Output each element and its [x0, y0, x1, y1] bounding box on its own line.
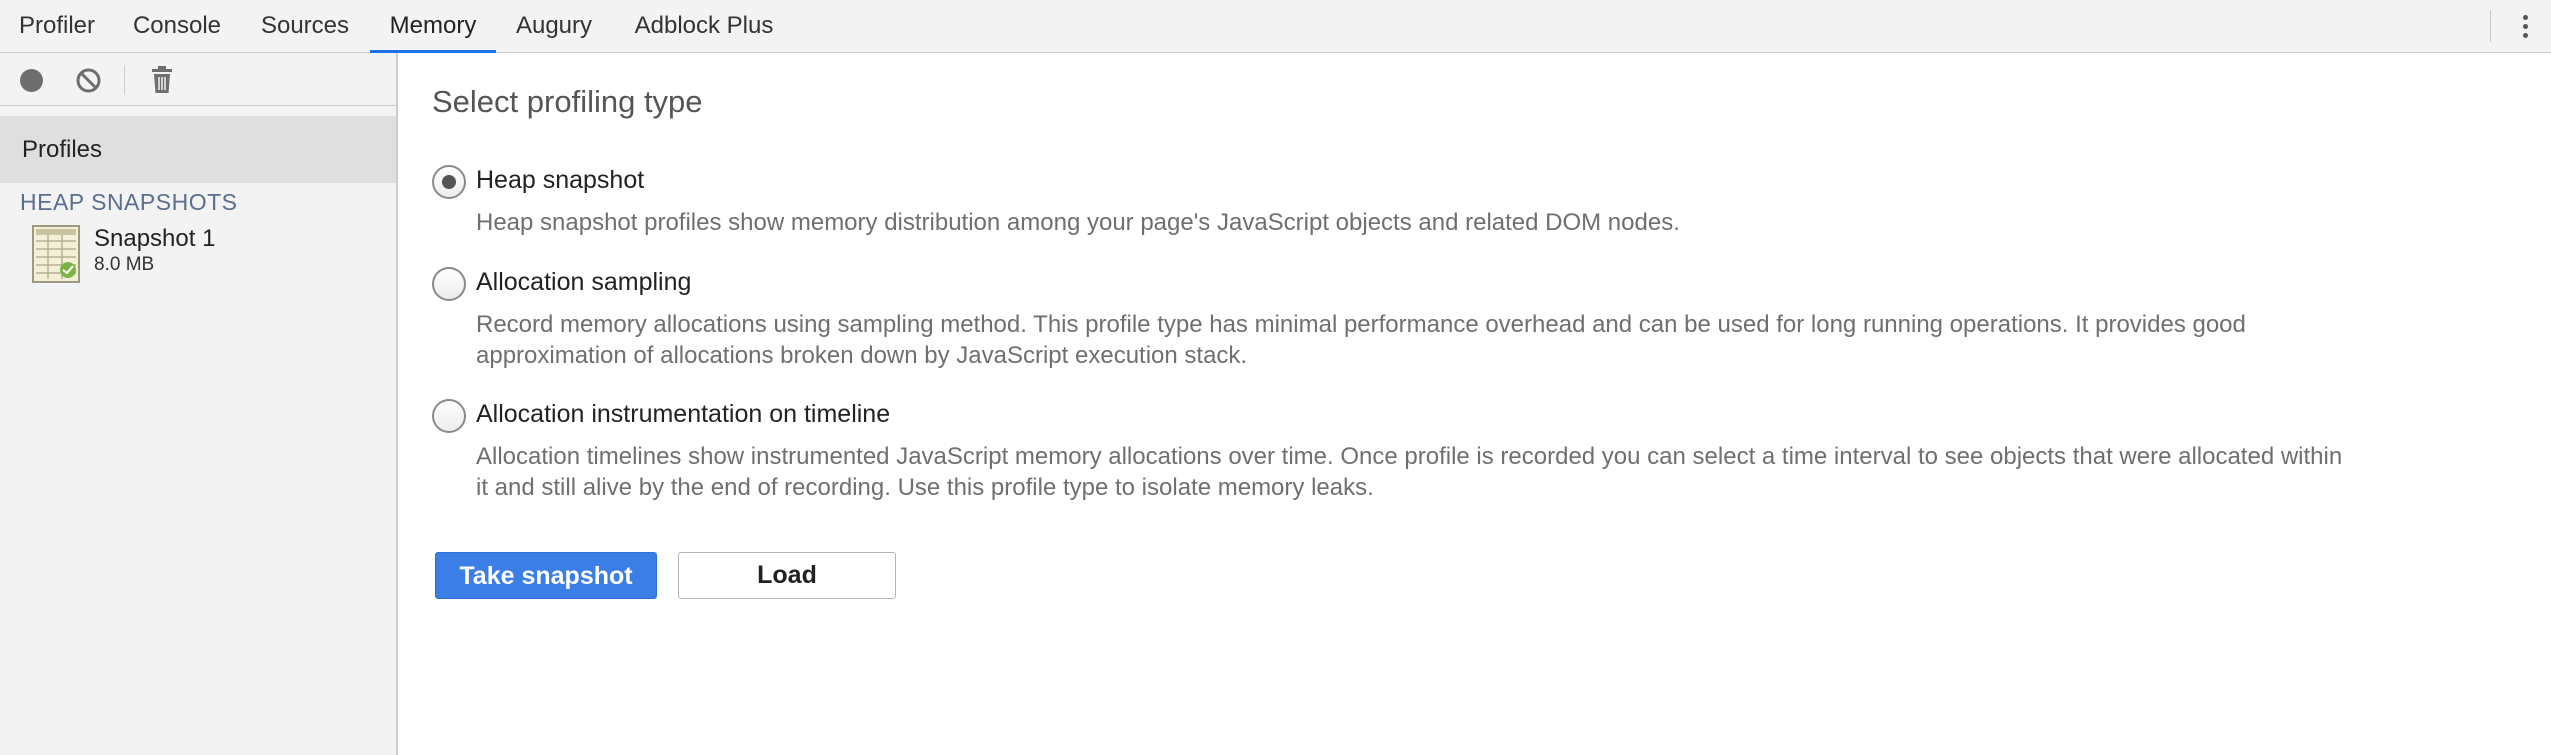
profiler-toolbar: [0, 53, 396, 106]
heap-snapshot-icon: [32, 225, 80, 283]
page-title: Select profiling type: [432, 84, 703, 119]
option-label[interactable]: Allocation sampling: [476, 268, 691, 297]
option-description: Record memory allocations using sampling…: [476, 309, 2551, 371]
profiling-type-panel: Select profiling type Heap snapshot Heap…: [398, 53, 2551, 755]
tab-profiler[interactable]: Profiler: [6, 0, 108, 53]
description-line: approximation of allocations broken down…: [476, 342, 1248, 369]
load-button[interactable]: Load: [678, 552, 896, 599]
tab-console[interactable]: Console: [120, 0, 234, 53]
option-label[interactable]: Heap snapshot: [476, 166, 644, 195]
tabbar-divider: [2490, 10, 2491, 42]
trash-icon[interactable]: [150, 66, 174, 94]
take-snapshot-button[interactable]: Take snapshot: [435, 552, 657, 599]
snapshot-name: Snapshot 1: [94, 225, 216, 252]
snapshot-size: 8.0 MB: [94, 254, 155, 275]
heap-snapshot-radio[interactable]: [432, 165, 466, 199]
tab-adblock-plus[interactable]: Adblock Plus: [622, 0, 786, 53]
profiles-header: Profiles: [0, 116, 396, 183]
option-description: Allocation timelines show instrumented J…: [476, 441, 2551, 503]
allocation-sampling-radio[interactable]: [432, 267, 466, 301]
snapshot-list-item[interactable]: Snapshot 1 8.0 MB: [20, 225, 390, 285]
devtools-tab-bar: Profiler Console Sources Memory Augury A…: [0, 0, 2551, 53]
option-label[interactable]: Allocation instrumentation on timeline: [476, 400, 890, 429]
tab-sources[interactable]: Sources: [248, 0, 362, 53]
heap-snapshots-section-title: HEAP SNAPSHOTS: [20, 189, 238, 215]
description-line: Heap snapshot profiles show memory distr…: [476, 209, 1680, 236]
tab-augury[interactable]: Augury: [506, 0, 602, 53]
description-line: Record memory allocations using sampling…: [476, 311, 2246, 338]
option-description: Heap snapshot profiles show memory distr…: [476, 207, 2551, 238]
description-line: it and still alive by the end of recordi…: [476, 474, 1374, 501]
clear-icon[interactable]: [75, 67, 102, 94]
tab-memory[interactable]: Memory: [370, 0, 496, 53]
description-line: Allocation timelines show instrumented J…: [476, 443, 2343, 470]
record-icon[interactable]: [20, 69, 43, 92]
allocation-instrumentation-radio[interactable]: [432, 399, 466, 433]
toolbar-divider: [124, 65, 125, 95]
more-options-icon[interactable]: [2518, 12, 2532, 42]
profiles-sidebar: Profiles HEAP SNAPSHOTS Snapshot 1 8.0 M…: [0, 53, 398, 755]
